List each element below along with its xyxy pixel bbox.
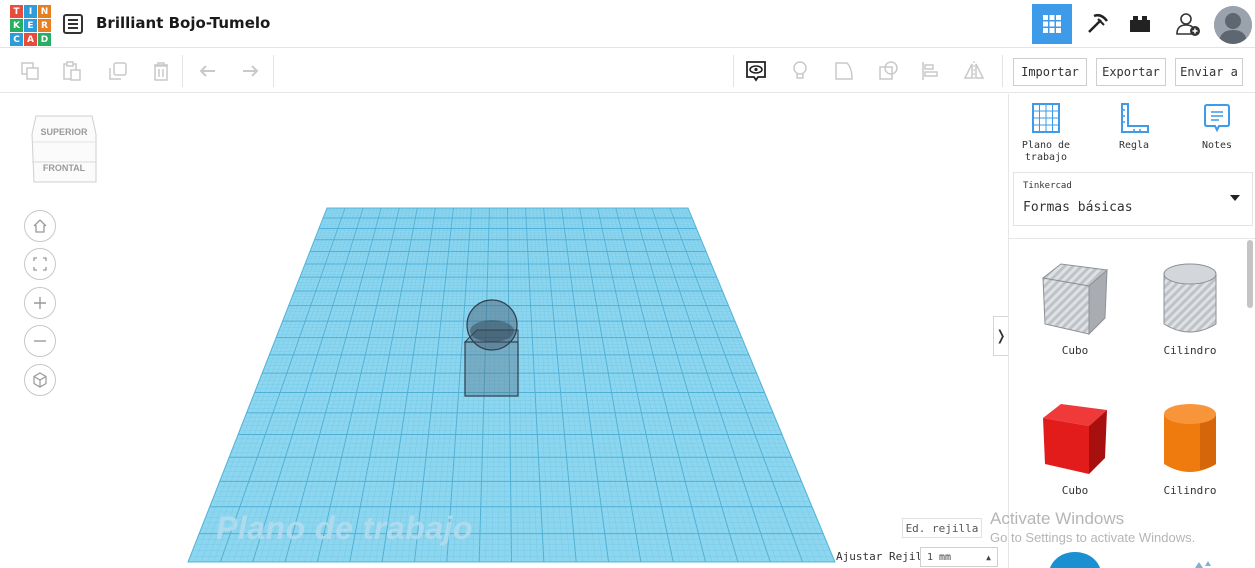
logo-letter: E <box>24 19 37 32</box>
user-avatar[interactable] <box>1214 6 1252 44</box>
hole-cylinder-icon <box>1163 263 1217 333</box>
zoom-out-icon[interactable] <box>24 325 56 357</box>
redo-icon[interactable] <box>238 59 262 83</box>
viewcube-front-face[interactable]: FRONTAL <box>36 163 92 173</box>
3d-viewport[interactable]: SUPERIOR FRONTAL ❭ Plano de trabajo Ed. … <box>0 94 1008 568</box>
notes-tool-label: Notes <box>1201 140 1233 151</box>
logo-letter: T <box>10 5 23 18</box>
send-to-button[interactable]: Enviar a <box>1175 58 1243 86</box>
undo-icon[interactable] <box>196 59 220 83</box>
caret-up-icon: ▲ <box>986 553 991 562</box>
shape-library-select[interactable]: Tinkercad Formas básicas <box>1013 172 1253 226</box>
shape-solid-cylinder[interactable]: Cilindro <box>1140 400 1240 497</box>
ungroup-icon[interactable] <box>876 59 900 83</box>
logo-letter: C <box>10 33 23 46</box>
shape-label: Cubo <box>1061 484 1089 497</box>
add-user-icon[interactable] <box>1168 4 1208 44</box>
import-button[interactable]: Importar <box>1013 58 1087 86</box>
toolbar-divider <box>273 55 274 87</box>
logo-letter: K <box>10 19 23 32</box>
orange-cylinder-icon <box>1164 404 1216 472</box>
delete-icon[interactable] <box>149 59 173 83</box>
panel-scrollbar[interactable] <box>1247 240 1253 308</box>
shape-label: Cilindro <box>1163 484 1217 497</box>
red-cube-icon <box>1043 404 1107 474</box>
tinkercad-logo[interactable]: TIN KER CAD <box>10 5 52 47</box>
shape-label: Cubo <box>1061 344 1089 357</box>
home-view-icon[interactable] <box>24 210 56 242</box>
workplane-grid-icon <box>1032 103 1060 133</box>
export-button[interactable]: Exportar <box>1096 58 1166 86</box>
perspective-icon[interactable] <box>24 364 56 396</box>
shape-solid-cube[interactable]: Cubo <box>1025 400 1125 497</box>
chevron-right-icon: ❭ <box>995 328 1007 344</box>
toolbar-divider <box>1002 55 1003 87</box>
snap-grid-select[interactable]: 1 mm ▲ <box>920 547 998 567</box>
logo-letter: D <box>38 33 51 46</box>
logo-letter: R <box>38 19 51 32</box>
codeblocks-pickaxe-icon[interactable] <box>1078 4 1118 44</box>
copy-icon[interactable] <box>18 59 42 83</box>
toolbar-divider <box>733 55 734 87</box>
project-title[interactable]: Brilliant Bojo-Tumelo <box>96 14 270 32</box>
workplane-label: Plano de trabajo <box>216 510 473 546</box>
workplane-tool[interactable]: Plano de trabajo <box>1013 102 1079 164</box>
bricks-icon[interactable] <box>1120 4 1160 44</box>
duplicate-icon[interactable] <box>106 59 130 83</box>
align-icon[interactable] <box>918 59 942 83</box>
group-icon[interactable] <box>832 59 856 83</box>
3d-design-grid-icon[interactable] <box>1032 4 1072 44</box>
zoom-in-icon[interactable] <box>24 287 56 319</box>
light-bulb-icon[interactable] <box>788 59 812 83</box>
hole-cube-icon <box>1041 263 1109 336</box>
view-cube[interactable]: SUPERIOR FRONTAL <box>30 112 98 188</box>
workplane-tool-label-1: Plano de <box>1021 140 1071 151</box>
toolbar-divider <box>182 55 183 87</box>
notes-icon <box>1204 104 1230 133</box>
notes-tool[interactable]: Notes <box>1184 102 1250 152</box>
mirror-icon[interactable] <box>962 59 986 83</box>
logo-letter: I <box>24 5 37 18</box>
shapes-panel: Plano de trabajo Regla Notes Tinkercad F… <box>1008 94 1255 568</box>
hole-sphere-object[interactable] <box>466 299 518 351</box>
logo-letter: A <box>24 33 37 46</box>
shape-hole-cylinder[interactable]: Cilindro <box>1140 260 1240 357</box>
collapse-panel-tab[interactable]: ❭ <box>993 316 1008 356</box>
shape-hole-cube[interactable]: Cubo <box>1025 260 1125 357</box>
ruler-tool[interactable]: Regla <box>1101 102 1167 152</box>
dropdown-arrow-icon <box>1230 195 1240 201</box>
windows-activation-title: Activate Windows <box>990 509 1125 528</box>
logo-letter: N <box>38 5 51 18</box>
viewcube-top-face[interactable]: SUPERIOR <box>36 127 92 137</box>
tinkercad-editor: TIN KER CAD Brilliant Bojo-Tumelo Importar… <box>0 0 1255 568</box>
more-shapes-row[interactable] <box>1009 546 1255 568</box>
design-menu-icon[interactable] <box>63 14 83 34</box>
fit-view-icon[interactable] <box>24 248 56 280</box>
edit-toolbar: Importar Exportar Enviar a <box>0 49 1255 93</box>
top-header: TIN KER CAD Brilliant Bojo-Tumelo <box>0 0 1255 48</box>
shape-label: Cilindro <box>1163 344 1217 357</box>
windows-activation-subtitle: Go to Settings to activate Windows. <box>990 530 1196 545</box>
paste-icon[interactable] <box>60 59 84 83</box>
snap-grid-value: 1 mm <box>927 551 952 563</box>
workplane-tool-label-2: trabajo <box>1024 152 1068 163</box>
panel-divider <box>1009 238 1255 239</box>
library-name: Formas básicas <box>1023 200 1133 215</box>
show-all-icon[interactable] <box>744 59 768 83</box>
ruler-tool-label: Regla <box>1118 140 1150 151</box>
ruler-icon <box>1121 103 1149 133</box>
edit-grid-button[interactable]: Ed. rejilla <box>902 518 982 538</box>
library-source: Tinkercad <box>1023 181 1072 191</box>
